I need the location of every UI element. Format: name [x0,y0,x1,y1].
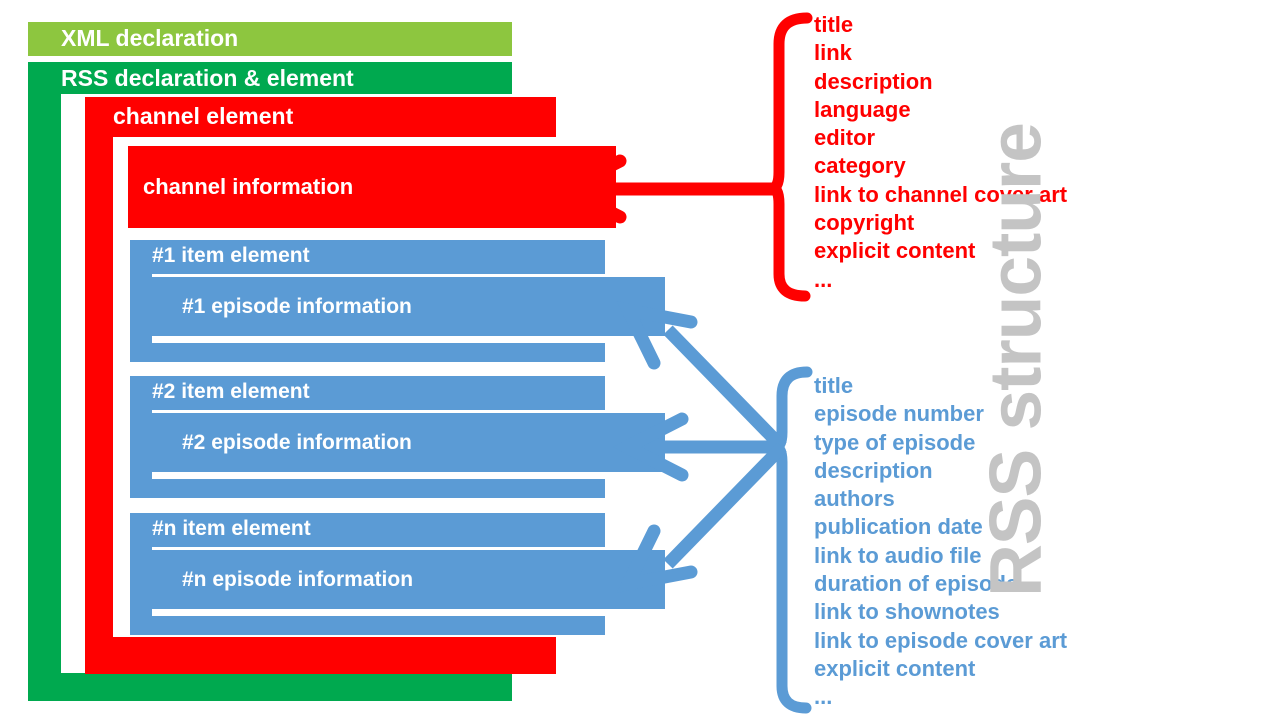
rss-structure-diagram: XML declaration RSS declaration & elemen… [0,0,1280,720]
channel-element-label: channel element [113,103,294,129]
episode-information-label-n: #n episode information [182,567,414,591]
episode-information-label-1: #1 episode information [182,294,412,318]
xml-declaration-label: XML declaration [61,25,239,51]
episode-arrow-shaft-n [663,442,787,569]
item-element-label-2: #2 item element [152,380,310,403]
channel-information-box: channel information [128,146,616,228]
episode-information-box-n: #n episode information [152,550,665,609]
channel-fields-brace [766,12,813,302]
episode-arrow-shaft-1 [663,325,787,452]
episode-fields-brace [769,366,813,714]
xml-declaration-box: XML declaration [28,22,512,56]
item-element-label-1: #1 item element [152,244,310,267]
rss-declaration-label: RSS declaration & element [61,65,354,91]
page-title: RSS structure [975,123,1057,597]
channel-information-label: channel information [143,174,354,199]
episode-information-label-2: #2 episode information [182,430,412,454]
episode-information-box-2: #2 episode information [152,413,665,472]
item-element-label-n: #n item element [152,517,311,540]
episode-information-box-1: #1 episode information [152,277,665,336]
